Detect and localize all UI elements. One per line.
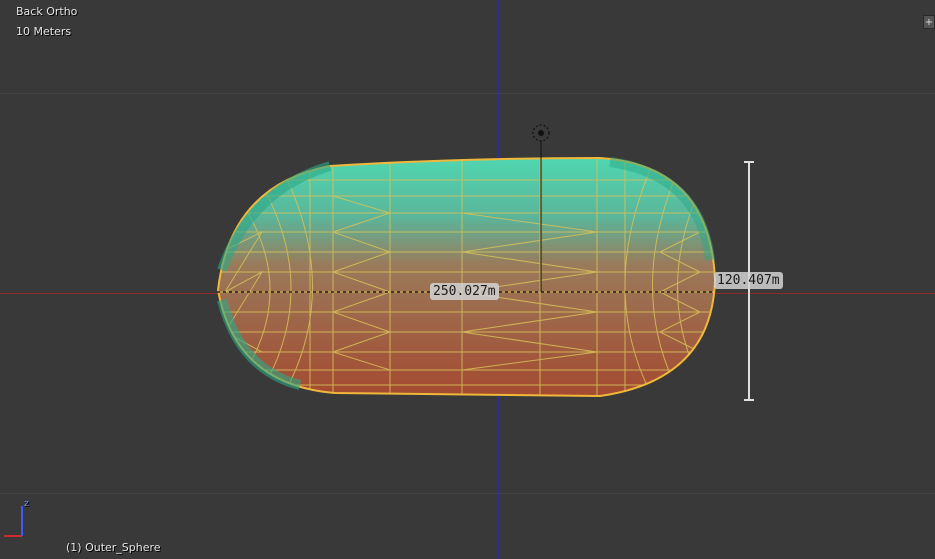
plus-icon[interactable]: +: [923, 15, 935, 29]
height-measurement: 120.407m: [714, 272, 783, 289]
3d-viewport[interactable]: z Back Ortho 10 Meters (1) Outer_Sphere …: [0, 0, 935, 559]
mesh-object[interactable]: [0, 0, 935, 559]
capsule-body: [216, 156, 717, 398]
width-measurement: 250.027m: [430, 283, 499, 300]
grid-scale-label: 10 Meters: [16, 25, 72, 38]
view-name-label: Back Ortho: [16, 5, 78, 18]
target-icon: [532, 124, 550, 142]
active-object-label: (1) Outer_Sphere: [66, 541, 161, 554]
gizmo-z-label: z: [24, 499, 29, 509]
axis-gizmo: [4, 506, 23, 537]
